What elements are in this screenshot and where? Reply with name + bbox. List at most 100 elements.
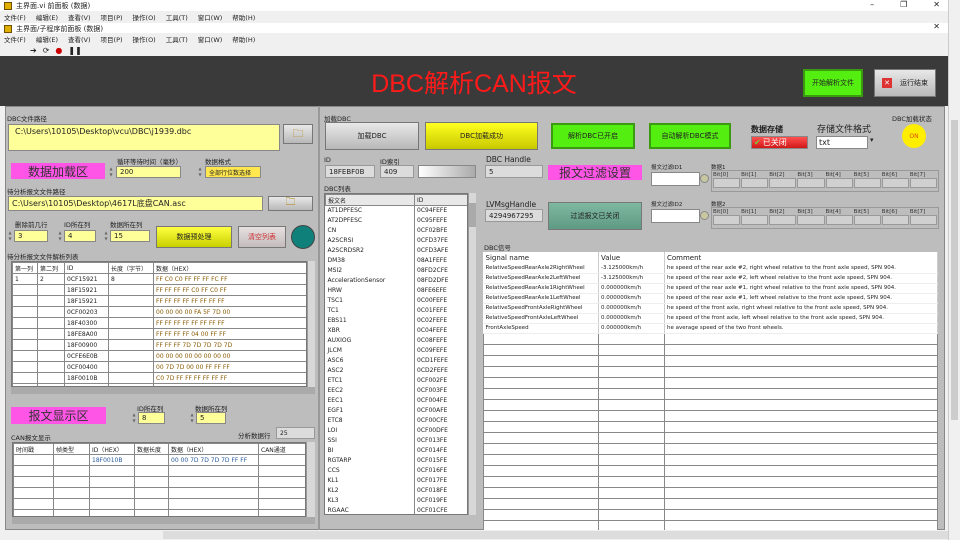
table-row[interactable] <box>483 343 938 356</box>
can-table[interactable]: 时间戳 帧类型 ID（HEX） 数据长度 数据（HEX） CAN通道 18F0010B 00 … <box>12 442 306 517</box>
column-header[interactable]: 帧类型 <box>53 443 90 455</box>
delete-rows-input[interactable]: 3 <box>14 230 48 242</box>
table-row[interactable]: BI 0CF014FE <box>325 445 467 456</box>
display-data-col-input[interactable]: 5 <box>196 412 226 424</box>
table-row[interactable]: TC1 0C01FEFE <box>325 305 467 316</box>
table-row[interactable]: AUXIOG 0C08FEFE <box>325 335 467 346</box>
table-row[interactable]: RelativeSpeedRearAxle1RightWheel 0.000000… <box>483 283 938 294</box>
parse-table-scrollbar[interactable] <box>307 261 315 387</box>
menu-item[interactable]: 帮助(H) <box>232 12 255 22</box>
pause-icon[interactable]: ❚❚ <box>68 46 81 55</box>
table-row[interactable]: DM38 08A1FEFE <box>325 255 467 266</box>
data-format-spinner[interactable]: ▲ ▼ <box>197 166 203 178</box>
table-row[interactable]: 18F15921 FF FF FF FF FF FF FF FF <box>12 295 306 307</box>
table-row[interactable]: HRW 08FE6EFE <box>325 285 467 296</box>
table-row[interactable] <box>483 376 938 389</box>
table-row[interactable]: 18F0010B 00 00 7D 7D 7D 7D FF FF <box>13 454 305 466</box>
table-row[interactable]: SSI 0CF013FE <box>325 435 467 446</box>
table-row[interactable]: ASC6 0CD1FEFE <box>325 355 467 366</box>
table-row[interactable] <box>13 487 305 499</box>
table-row[interactable] <box>483 486 938 499</box>
display-id-col-spinner[interactable]: ▲ ▼ <box>131 412 137 424</box>
table-row[interactable] <box>483 442 938 455</box>
menu-item[interactable]: 操作(O) <box>133 34 156 44</box>
filter2-input[interactable] <box>651 209 700 223</box>
table-row[interactable]: RelativeSpeedRearAxle2LeftWheel -3.125000… <box>483 273 938 284</box>
abort-icon[interactable]: ● <box>55 46 62 55</box>
table-row[interactable] <box>483 519 938 530</box>
table-row[interactable] <box>483 453 938 466</box>
table-row[interactable] <box>483 508 938 521</box>
menu-item[interactable]: 操作(O) <box>133 12 156 22</box>
column-header[interactable]: Value <box>598 252 665 263</box>
table-row[interactable] <box>483 354 938 367</box>
table-row[interactable]: 1 2 0CF15921 8 FF C0 C0 FF FF FF FC FF <box>12 273 306 285</box>
table-row[interactable] <box>483 420 938 433</box>
load-dbc-button[interactable]: 加载DBC <box>325 122 419 150</box>
dbc-list[interactable]: 报文名 ID AT1DPFESC 0C94FEFE AT2DPFESC 0C95FEFE C… <box>324 193 468 515</box>
column-header[interactable]: 数据（HEX） <box>153 262 306 274</box>
menu-item[interactable]: 项目(P) <box>101 12 123 22</box>
close-icon[interactable]: ✕ <box>933 22 940 31</box>
data-format-ring[interactable]: 全部行位数选择 <box>205 166 261 178</box>
column-header[interactable]: 第二列 <box>37 262 65 274</box>
table-row[interactable] <box>483 332 938 345</box>
dbc-path-input[interactable]: C:\Users\10105\Desktop\vcu\DBC\j1939.dbc <box>8 124 280 151</box>
column-header[interactable]: CAN通道 <box>258 443 305 455</box>
table-row[interactable]: EGF1 0CF00AFE <box>325 405 467 416</box>
table-row[interactable]: 0CFE6E0B 00 00 00 00 00 00 00 00 <box>12 350 306 362</box>
menu-item[interactable]: 工具(T) <box>166 34 188 44</box>
table-row[interactable]: JLCM 0C09FEFE <box>325 345 467 356</box>
table-row[interactable]: MSI2 08FD2CFE <box>325 265 467 276</box>
run-continuous-icon[interactable]: ⟳ <box>43 46 50 55</box>
column-header[interactable]: 数据长度 <box>134 443 169 455</box>
column-header[interactable]: ID（HEX） <box>89 443 135 455</box>
start-parse-button[interactable]: 开始解析文件 <box>803 69 863 97</box>
column-header[interactable]: Signal name <box>483 252 599 263</box>
delete-rows-spinner[interactable]: ▲ ▼ <box>7 230 13 242</box>
id-col-spinner[interactable]: ▲ ▼ <box>57 230 63 242</box>
table-row[interactable] <box>13 498 305 510</box>
table-row[interactable] <box>483 464 938 477</box>
table-row[interactable]: LOI 0CF00DFE <box>325 425 467 436</box>
table-row[interactable]: A2SCRDSR2 0CFD3AFE <box>325 245 467 256</box>
table-row[interactable]: 18F00900 FF FF FF 7D 7D 7D 7D 7D <box>12 339 306 351</box>
table-row[interactable]: AT1DPFESC 0C94FEFE <box>325 205 467 216</box>
table-row[interactable] <box>483 409 938 422</box>
data-col-spinner[interactable]: ▲ ▼ <box>103 230 109 242</box>
table-row[interactable] <box>483 497 938 510</box>
table-row[interactable]: FrontAxleSpeed 0.000000km/h he average spe… <box>483 323 938 334</box>
table-row[interactable]: KL1 0CF017FE <box>325 475 467 486</box>
table-row[interactable]: RGTARP 0CF015FE <box>325 455 467 466</box>
data-col-input[interactable]: 15 <box>110 230 150 242</box>
table-row[interactable] <box>13 465 305 477</box>
can-table-scrollbar[interactable] <box>306 442 315 517</box>
table-row[interactable]: ASC2 0CD2FEFE <box>325 365 467 376</box>
menu-item[interactable]: 文件(F) <box>4 34 26 44</box>
column-header[interactable]: ID <box>414 194 467 206</box>
table-row[interactable]: AT2DPFESC 0C95FEFE <box>325 215 467 226</box>
loop-wait-input[interactable]: 200 <box>116 166 181 178</box>
table-row[interactable] <box>13 509 305 516</box>
column-header[interactable]: 数据（HEX） <box>168 443 259 455</box>
table-row[interactable]: TSC1 0C00FEFE <box>325 295 467 306</box>
table-row[interactable]: EBS11 0C02FEFE <box>325 315 467 326</box>
table-row[interactable] <box>483 387 938 400</box>
dropdown-icon[interactable]: ▾ <box>870 136 874 144</box>
column-header[interactable]: ID <box>64 262 109 274</box>
table-row[interactable] <box>13 476 305 488</box>
run-arrow-icon[interactable]: ➔ <box>30 46 37 55</box>
table-row[interactable]: 0CF00400 00 7D 7D 00 00 FF FF FF <box>12 361 306 373</box>
menu-item[interactable]: 帮助(H) <box>232 34 255 44</box>
table-row[interactable]: RelativeSpeedRearAxle1LeftWheel 0.000000k… <box>483 293 938 304</box>
table-row[interactable]: CN 0CF02BFE <box>325 225 467 236</box>
close-icon[interactable]: ✕ <box>933 0 940 9</box>
clear-list-button[interactable]: 清空列表 <box>238 226 286 248</box>
stop-button[interactable]: ✕ 运行结束 <box>874 69 936 97</box>
table-row[interactable]: ETC1 0CF002FE <box>325 375 467 386</box>
filter1-input[interactable] <box>651 172 700 186</box>
column-header[interactable]: 第一列 <box>12 262 38 274</box>
display-data-col-spinner[interactable]: ▲ ▼ <box>189 412 195 424</box>
table-row[interactable]: XBR 0C04FEFE <box>325 325 467 336</box>
table-row[interactable]: 0CF00203 00 00 00 00 FA 5F 7D 00 <box>12 306 306 318</box>
